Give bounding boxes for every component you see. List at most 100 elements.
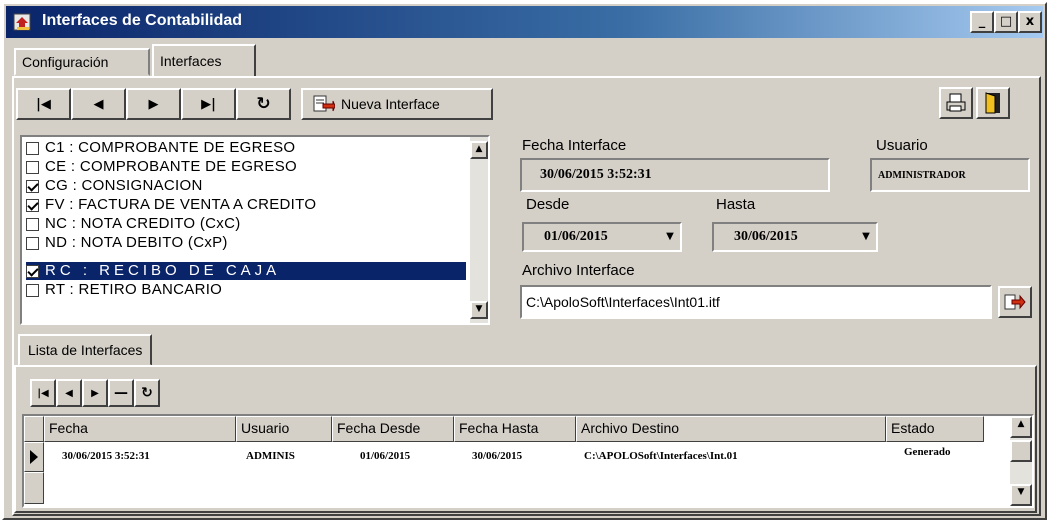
cell-usuario: ADMINIS <box>246 450 295 462</box>
print-button[interactable] <box>939 87 973 119</box>
desde-value: 01/06/2015 <box>544 229 608 244</box>
grid-scroll-down-button[interactable]: ▼ <box>1010 484 1032 506</box>
checkbox[interactable] <box>26 179 39 193</box>
list-item[interactable]: CG : CONSIGNACION <box>26 177 466 195</box>
refresh-button[interactable]: ↻ <box>236 88 291 120</box>
desde-date-picker[interactable]: 01/06/2015 ▼ <box>522 222 682 252</box>
checkbox[interactable] <box>26 283 39 297</box>
last-record-button[interactable]: ▶| <box>181 88 236 120</box>
archivo-interface-input[interactable]: C:\ApoloSoft\Interfaces\Int01.itf <box>520 285 992 319</box>
list-item-label: C1 : COMPROBANTE DE EGRESO <box>45 139 296 156</box>
next-record-button[interactable]: ▶ <box>126 88 181 120</box>
list-item-label: CG : CONSIGNACION <box>45 177 203 194</box>
usuario-field: ADMINISTRADOR <box>870 158 1030 192</box>
checkbox[interactable] <box>26 217 39 231</box>
usuario-label: Usuario <box>876 137 928 154</box>
checkbox[interactable] <box>26 236 39 250</box>
new-interface-button[interactable]: Nueva Interface <box>301 88 493 120</box>
list-item-label: RC : RECIBO DE CAJA <box>45 262 281 279</box>
grid-scrollbar[interactable]: ▲ ▼ <box>1010 416 1032 506</box>
title-bar[interactable]: Interfaces de Contabilidad _ □ x <box>6 6 1043 38</box>
grid-refresh-button[interactable]: ↻ <box>134 379 160 407</box>
col-header-estado[interactable]: Estado <box>886 416 984 442</box>
col-header-usuario[interactable]: Usuario <box>236 416 332 442</box>
list-item-label: FV : FACTURA DE VENTA A CREDITO <box>45 196 317 213</box>
printer-icon <box>946 93 966 112</box>
close-button[interactable]: x <box>1018 11 1042 33</box>
col-header-fecha-desde[interactable]: Fecha Desde <box>332 416 454 442</box>
col-header-fecha[interactable]: Fecha <box>44 416 236 442</box>
row-indicator[interactable] <box>24 442 44 472</box>
main-window: Interfaces de Contabilidad _ □ x Configu… <box>2 2 1047 520</box>
list-scrollbar[interactable]: ▲ ▼ <box>470 137 488 323</box>
col-header-archivo-destino[interactable]: Archivo Destino <box>576 416 886 442</box>
archivo-interface-label: Archivo Interface <box>522 262 635 279</box>
hasta-dropdown-icon[interactable]: ▼ <box>857 225 875 247</box>
list-item-label: NC : NOTA CREDITO (CxC) <box>45 215 241 232</box>
fecha-interface-label: Fecha Interface <box>522 137 627 154</box>
interfaces-grid[interactable]: Fecha Usuario Fecha Desde Fecha Hasta Ar… <box>22 414 1034 508</box>
checkbox[interactable] <box>26 198 39 212</box>
list-item[interactable]: ND : NOTA DEBITO (CxP) <box>26 234 466 252</box>
desde-dropdown-icon[interactable]: ▼ <box>661 225 679 247</box>
grid-refresh-icon: ↻ <box>141 385 153 401</box>
refresh-icon: ↻ <box>256 94 271 114</box>
export-arrow-icon <box>1004 294 1026 310</box>
cell-fecha-hasta: 30/06/2015 <box>472 450 523 462</box>
browse-file-button[interactable] <box>998 286 1032 318</box>
grid-first-icon: |◀ <box>37 387 49 399</box>
grid-scroll-up-button[interactable]: ▲ <box>1010 416 1032 438</box>
grid-next-icon: ▶ <box>91 387 99 399</box>
col-header-fecha-hasta[interactable]: Fecha Hasta <box>454 416 576 442</box>
list-item[interactable]: RC : RECIBO DE CAJA <box>26 262 466 280</box>
prev-record-button[interactable]: ◀ <box>71 88 126 120</box>
minimize-button[interactable]: _ <box>970 11 994 33</box>
list-item[interactable]: NC : NOTA CREDITO (CxC) <box>26 215 466 233</box>
hasta-date-picker[interactable]: 30/06/2015 ▼ <box>712 222 878 252</box>
next-record-icon: ▶ <box>148 96 159 112</box>
first-record-button[interactable]: |◀ <box>16 88 71 120</box>
list-item-label: ND : NOTA DEBITO (CxP) <box>45 234 228 251</box>
window-title: Interfaces de Contabilidad <box>42 12 243 29</box>
prev-record-icon: ◀ <box>93 96 104 112</box>
grid-header-corner <box>24 416 44 442</box>
last-record-icon: ▶| <box>201 96 216 112</box>
list-item[interactable]: C1 : COMPROBANTE DE EGRESO <box>26 139 466 157</box>
row-indicator-empty <box>24 472 44 504</box>
tab-lista-interfaces[interactable]: Lista de Interfaces <box>18 334 153 366</box>
cell-archivo-destino: C:\APOLOSoft\Interfaces\Int.01 <box>584 450 738 462</box>
exit-button[interactable] <box>976 87 1010 119</box>
exit-door-icon <box>985 92 1000 114</box>
new-interface-icon <box>313 95 335 112</box>
maximize-button[interactable]: □ <box>994 11 1018 33</box>
checkbox[interactable] <box>26 141 39 155</box>
desde-label: Desde <box>526 196 570 213</box>
cell-fecha-desde: 01/06/2015 <box>360 450 411 462</box>
list-item-label: CE : COMPROBANTE DE EGRESO <box>45 158 298 175</box>
new-interface-label: Nueva Interface <box>341 96 440 112</box>
app-icon <box>13 13 31 31</box>
list-item[interactable]: CE : COMPROBANTE DE EGRESO <box>26 158 466 176</box>
tab-configuracion[interactable]: Configuración <box>14 48 150 76</box>
scroll-up-button[interactable]: ▲ <box>470 141 488 159</box>
grid-first-button[interactable]: |◀ <box>30 379 56 407</box>
cell-fecha: 30/06/2015 3:52:31 <box>62 450 150 462</box>
fecha-interface-field: 30/06/2015 3:52:31 <box>520 158 830 192</box>
hasta-label: Hasta <box>716 196 756 213</box>
grid-prev-icon: ◀ <box>65 387 73 399</box>
tab-interfaces[interactable]: Interfaces <box>152 44 256 78</box>
document-type-list[interactable]: C1 : COMPROBANTE DE EGRESO CE : COMPROBAN… <box>20 135 490 325</box>
grid-scroll-thumb[interactable] <box>1010 440 1032 462</box>
current-row-arrow-icon <box>30 450 38 464</box>
checkbox[interactable] <box>26 264 39 278</box>
grid-delete-icon: — <box>114 385 128 401</box>
checkbox[interactable] <box>26 160 39 174</box>
list-item-label: RT : RETIRO BANCARIO <box>45 281 223 298</box>
grid-delete-button[interactable]: — <box>108 379 134 407</box>
grid-next-button[interactable]: ▶ <box>82 379 108 407</box>
cell-estado: Generado <box>904 446 951 458</box>
list-item[interactable]: RT : RETIRO BANCARIO <box>26 281 466 299</box>
list-item[interactable]: FV : FACTURA DE VENTA A CREDITO <box>26 196 466 214</box>
scroll-down-button[interactable]: ▼ <box>470 301 488 319</box>
grid-prev-button[interactable]: ◀ <box>56 379 82 407</box>
